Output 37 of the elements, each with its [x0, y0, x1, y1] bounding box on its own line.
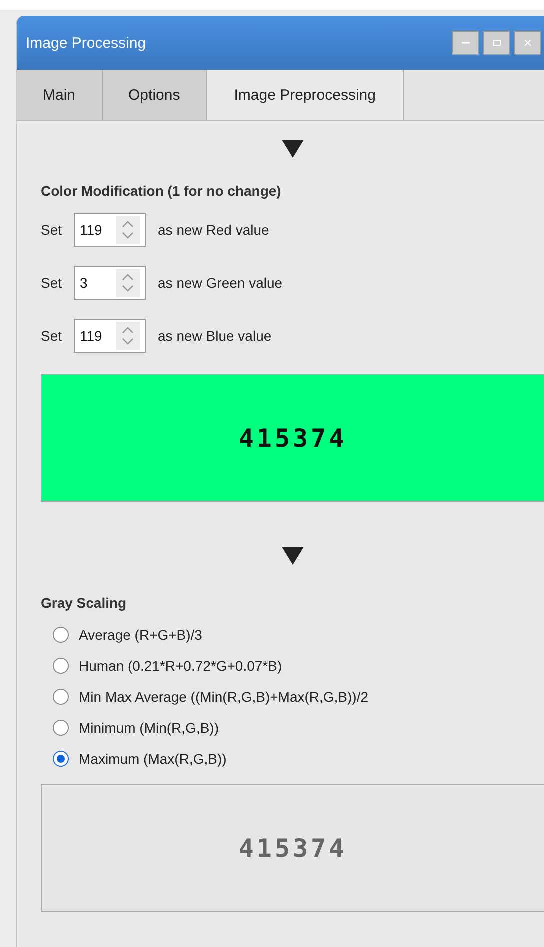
set-label: Set	[41, 222, 62, 238]
tab[interactable]: Image Preprocessing	[207, 70, 404, 120]
radio-icon[interactable]	[53, 626, 69, 642]
window-title: Image Processing	[26, 34, 148, 52]
spin-arrows-icon[interactable]	[116, 322, 140, 350]
radio-icon[interactable]	[53, 720, 69, 736]
spin-arrows-icon[interactable]	[116, 269, 140, 297]
set-label: Set	[41, 328, 62, 344]
maximize-button[interactable]	[483, 31, 510, 55]
number-field[interactable]: 119	[74, 213, 146, 247]
down-arrow-icon	[281, 546, 305, 566]
preview-number: 415374	[238, 424, 348, 452]
set-label: Set	[41, 275, 62, 291]
value-label: as new Red value	[158, 222, 270, 238]
spin-arrows-icon[interactable]	[116, 216, 140, 244]
close-button[interactable]	[514, 31, 541, 55]
value-label: as new Green value	[158, 275, 283, 291]
radio-icon[interactable]	[53, 750, 69, 766]
preview-number: 415374	[238, 834, 348, 862]
value-label: as new Blue value	[158, 328, 272, 344]
close-icon	[522, 38, 532, 48]
radio-option[interactable]: Maximum (Max(R,G,B))	[41, 743, 544, 774]
number-field[interactable]: 119	[74, 319, 146, 353]
radio-option[interactable]: Human (0.21*R+0.72*G+0.07*B)	[41, 650, 544, 681]
tab[interactable]: Main	[17, 70, 103, 120]
down-arrow-icon	[281, 139, 305, 159]
radio-option[interactable]: Min Max Average ((Min(R,G,B)+Max(R,G,B))/2	[41, 681, 544, 712]
section-heading: Color Modification (1 for no change)	[41, 183, 282, 199]
section-heading: Gray Scaling	[41, 595, 128, 611]
radio-option[interactable]: Minimum (Min(R,G,B))	[41, 712, 544, 743]
minimize-button[interactable]	[452, 31, 479, 55]
radio-icon[interactable]	[53, 658, 69, 674]
number-field[interactable]: 3	[74, 266, 146, 300]
radio-option[interactable]: Average (R+G+B)/3	[41, 619, 544, 650]
radio-icon[interactable]	[53, 688, 69, 704]
maximize-icon	[492, 38, 502, 48]
tab[interactable]: Options	[102, 70, 208, 120]
